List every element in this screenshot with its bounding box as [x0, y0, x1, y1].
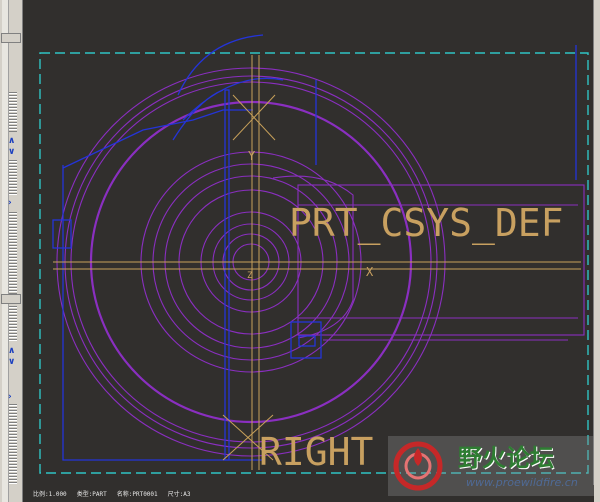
status-name: 名称:PRT0001 [116, 491, 158, 498]
status-scale: 比例:1.000 [33, 491, 67, 498]
x-axis-label: X [366, 265, 374, 279]
blue-left-tab [52, 219, 72, 249]
blue-left-outline [62, 165, 263, 461]
status-size: 尺寸:A3 [167, 491, 191, 498]
csys-label: PRT_CSYS_DEF [289, 201, 564, 246]
chevron-down-icon[interactable]: ∧ [8, 346, 18, 356]
chevron-down-icon[interactable]: ∨ [8, 357, 18, 367]
panel-grip-mid[interactable] [9, 160, 17, 196]
panel-grip-top[interactable] [9, 92, 17, 132]
cad-drawing[interactable]: PRT_CSYS_DEF RIGHT Y X Z [23, 0, 594, 485]
fire-ring-logo-icon [393, 441, 443, 491]
watermark-title: 野火论坛 [458, 444, 554, 472]
left-side-panel: ∧ ∨ › ∧ ∨ › [0, 0, 23, 502]
chevron-down-icon[interactable]: ∨ [8, 147, 18, 157]
watermark: 野火论坛 www.proewildfire.cn [388, 436, 594, 496]
status-type: 类型:PART [76, 491, 107, 498]
panel-top-button[interactable] [1, 33, 21, 43]
graphics-viewport[interactable]: PRT_CSYS_DEF RIGHT Y X Z [23, 0, 594, 485]
panel-rail [2, 0, 9, 502]
chevron-right-icon[interactable]: › [8, 392, 18, 402]
z-axis-label: Z [247, 271, 253, 281]
chevron-right-icon[interactable]: › [8, 198, 18, 208]
panel-mid-button[interactable] [1, 294, 21, 304]
blue-vertical-bar [224, 89, 230, 461]
panel-grip-end[interactable] [9, 404, 17, 484]
y-axis-label: Y [248, 149, 256, 163]
right-plane-label: RIGHT [259, 430, 373, 474]
chevron-down-icon[interactable]: ∧ [8, 136, 18, 146]
panel-grip-lower[interactable] [9, 212, 17, 298]
right-edge [593, 0, 600, 502]
blue-arc-top [172, 34, 284, 141]
watermark-url: www.proewildfire.cn [466, 476, 578, 489]
panel-grip-bottom[interactable] [9, 306, 17, 342]
blue-verticals [315, 45, 577, 180]
